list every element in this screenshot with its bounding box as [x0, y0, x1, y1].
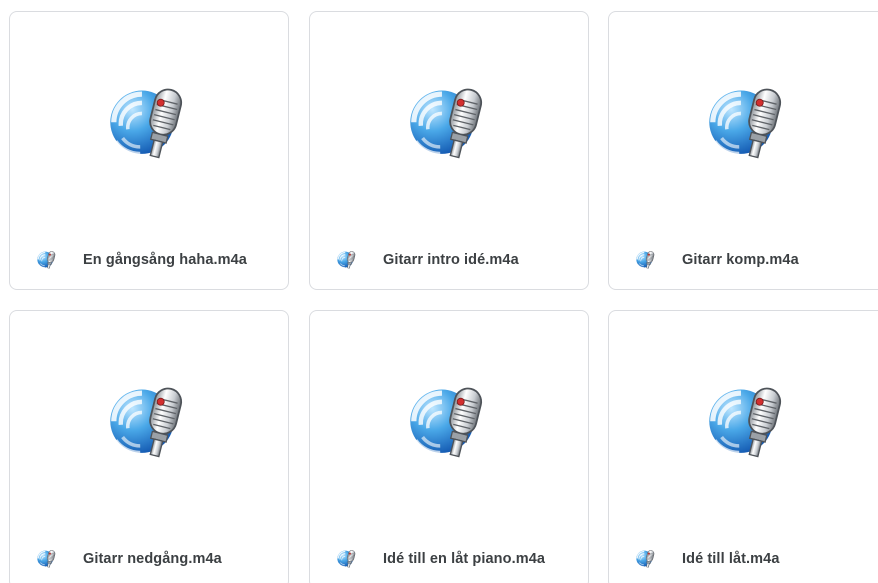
file-footer: Gitarr nedgång.m4a: [10, 541, 288, 577]
voice-recorder-mic-icon: [635, 249, 657, 271]
file-card[interactable]: Idé till låt.m4a: [608, 310, 878, 583]
file-footer: En gångsång haha.m4a: [10, 242, 288, 278]
file-name: En gångsång haha.m4a: [83, 252, 247, 268]
file-footer: Idé till låt.m4a: [609, 541, 878, 577]
voice-recorder-mic-icon: [635, 548, 657, 570]
voice-recorder-mic-icon: [36, 249, 58, 271]
voice-recorder-mic-icon: [405, 379, 493, 467]
file-thumbnail: [609, 12, 878, 228]
file-name: Gitarr komp.m4a: [682, 252, 799, 268]
file-thumbnail: [609, 311, 878, 527]
voice-recorder-mic-icon: [105, 379, 193, 467]
file-thumbnail: [10, 311, 288, 527]
file-name: Gitarr intro idé.m4a: [383, 252, 519, 268]
file-thumbnail: [310, 12, 588, 228]
voice-recorder-mic-icon: [336, 548, 358, 570]
file-card[interactable]: Idé till en låt piano.m4a: [309, 310, 589, 583]
voice-recorder-mic-icon: [36, 548, 58, 570]
file-name: Idé till låt.m4a: [682, 551, 780, 567]
file-grid: En gångsång haha.m4a Gitarr intro idé.m4…: [0, 0, 878, 583]
file-card[interactable]: En gångsång haha.m4a: [9, 11, 289, 290]
file-name: Gitarr nedgång.m4a: [83, 551, 222, 567]
file-name: Idé till en låt piano.m4a: [383, 551, 546, 567]
file-thumbnail: [310, 311, 588, 527]
voice-recorder-mic-icon: [704, 379, 792, 467]
file-footer: Gitarr komp.m4a: [609, 242, 878, 278]
file-card[interactable]: Gitarr nedgång.m4a: [9, 310, 289, 583]
file-footer: Idé till en låt piano.m4a: [310, 541, 588, 577]
voice-recorder-mic-icon: [336, 249, 358, 271]
voice-recorder-mic-icon: [105, 80, 193, 168]
file-footer: Gitarr intro idé.m4a: [310, 242, 588, 278]
voice-recorder-mic-icon: [704, 80, 792, 168]
file-thumbnail: [10, 12, 288, 228]
voice-recorder-mic-icon: [405, 80, 493, 168]
file-card[interactable]: Gitarr komp.m4a: [608, 11, 878, 290]
file-card[interactable]: Gitarr intro idé.m4a: [309, 11, 589, 290]
